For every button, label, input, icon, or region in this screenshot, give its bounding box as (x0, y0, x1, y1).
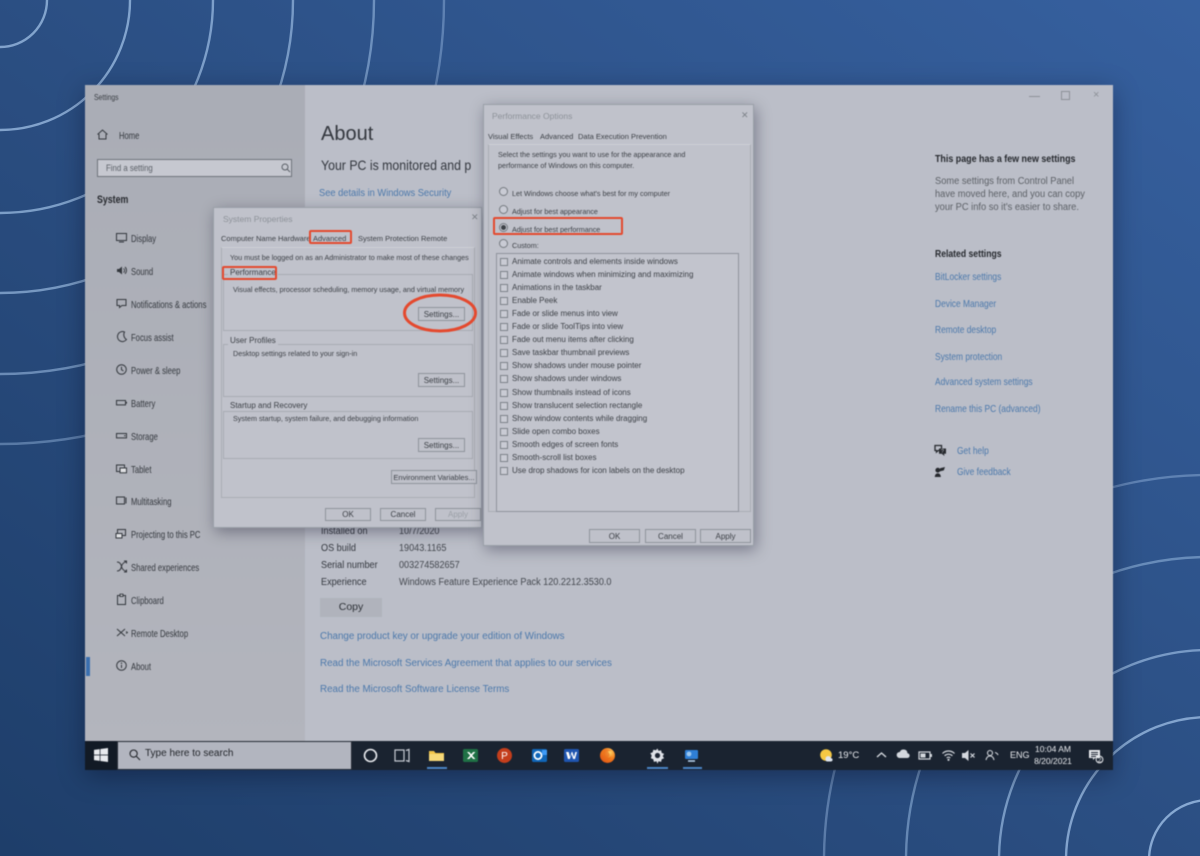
svg-text:P: P (501, 751, 508, 762)
svg-text:2: 2 (1098, 757, 1102, 764)
svg-text:?: ? (941, 449, 944, 455)
